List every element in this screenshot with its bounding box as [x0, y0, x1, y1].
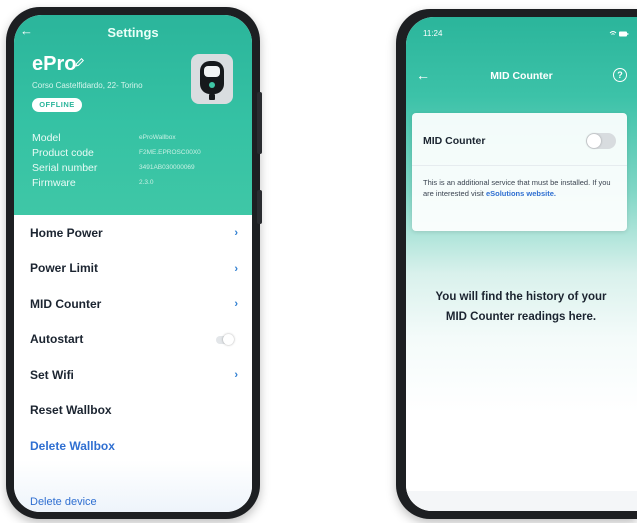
- help-circle-icon[interactable]: ?: [613, 68, 627, 82]
- mid-counter-screen: 11:24 ← MID Counter ? MID Counter This i…: [406, 17, 637, 511]
- info-row: Product code F2ME.EPROSC00X0: [32, 145, 242, 160]
- menu-item-reset-wallbox[interactable]: Reset Wallbox: [14, 393, 252, 429]
- info-label: Firmware: [32, 176, 76, 189]
- menu-item-set-wifi[interactable]: Set Wifi ›: [14, 357, 252, 393]
- nav-bar: ← MID Counter ?: [406, 67, 637, 87]
- menu-item-label: Delete Wallbox: [30, 438, 115, 453]
- menu-item-home-power[interactable]: Home Power ›: [14, 215, 252, 251]
- menu-item-label: MID Counter: [30, 296, 102, 311]
- phone-side-button: [257, 92, 262, 154]
- menu-item-power-limit[interactable]: Power Limit ›: [14, 251, 252, 287]
- device-name: ePro: [32, 53, 77, 75]
- divider: [412, 165, 627, 166]
- menu-item-mid-counter[interactable]: MID Counter ›: [14, 286, 252, 322]
- menu-item-label: Set Wifi: [30, 367, 74, 382]
- info-row: Firmware 2.3.0: [32, 175, 242, 190]
- mid-counter-card: MID Counter This is an additional servic…: [412, 113, 627, 231]
- device-header: ← Settings ePro Corso Castelfidardo, 22-…: [14, 15, 252, 215]
- switch-knob: [587, 134, 601, 148]
- menu-item-autostart: Autostart: [14, 322, 252, 358]
- battery-icon: [609, 31, 629, 37]
- delete-device-link[interactable]: Delete device: [30, 496, 97, 508]
- info-label: Serial number: [32, 161, 98, 174]
- menu-item-delete-wallbox[interactable]: Delete Wallbox: [14, 428, 252, 464]
- card-title: MID Counter: [423, 135, 486, 147]
- menu-item-label: Reset Wallbox: [30, 403, 112, 418]
- status-bar: 11:24: [406, 29, 637, 41]
- info-label: Product code: [32, 146, 94, 159]
- card-description: This is an additional service that must …: [423, 177, 623, 199]
- chevron-right-icon: ›: [234, 298, 238, 310]
- autostart-toggle[interactable]: [216, 333, 234, 345]
- menu-item-label: Home Power: [30, 225, 103, 240]
- chevron-right-icon: ›: [234, 369, 238, 381]
- settings-menu: Home Power › Power Limit › MID Counter ›…: [14, 215, 252, 464]
- menu-item-label: Power Limit: [30, 261, 99, 276]
- mid-counter-switch[interactable]: [586, 133, 616, 149]
- bottom-area: [406, 491, 637, 511]
- status-time: 11:24: [423, 29, 443, 38]
- status-badge: OFFLINE: [32, 98, 82, 112]
- device-address: Corso Castelfidardo, 22- Torino: [32, 81, 143, 90]
- chevron-right-icon: ›: [234, 262, 238, 275]
- page-title: MID Counter: [490, 70, 553, 82]
- menu-item-label: Autostart: [30, 332, 84, 347]
- page-title: Settings: [107, 25, 159, 40]
- settings-screen: ← Settings ePro Corso Castelfidardo, 22-…: [14, 15, 252, 512]
- top-bar: ← Settings: [14, 23, 252, 43]
- info-value: 3491AB030000069: [139, 164, 195, 171]
- info-label: Model: [32, 131, 61, 144]
- esolutions-website-link[interactable]: eSolutions website.: [486, 189, 556, 198]
- info-value: 2.3.0: [139, 179, 154, 186]
- wallbox-icon: [191, 54, 233, 104]
- toggle-knob: [223, 333, 234, 345]
- chevron-right-icon: ›: [234, 227, 238, 239]
- screen-background: [406, 17, 637, 511]
- pencil-icon[interactable]: [74, 57, 85, 68]
- info-value: eProWallbox: [139, 134, 176, 141]
- info-row: Serial number 3491AB030000069: [32, 160, 242, 175]
- info-row: Model eProWallbox: [32, 130, 242, 145]
- device-info: Model eProWallbox Product code F2ME.EPRO…: [32, 130, 242, 190]
- phone-side-button: [257, 190, 262, 224]
- empty-state-message: You will find the history of your MID Co…: [435, 291, 607, 323]
- info-value: F2ME.EPROSC00X0: [139, 149, 201, 156]
